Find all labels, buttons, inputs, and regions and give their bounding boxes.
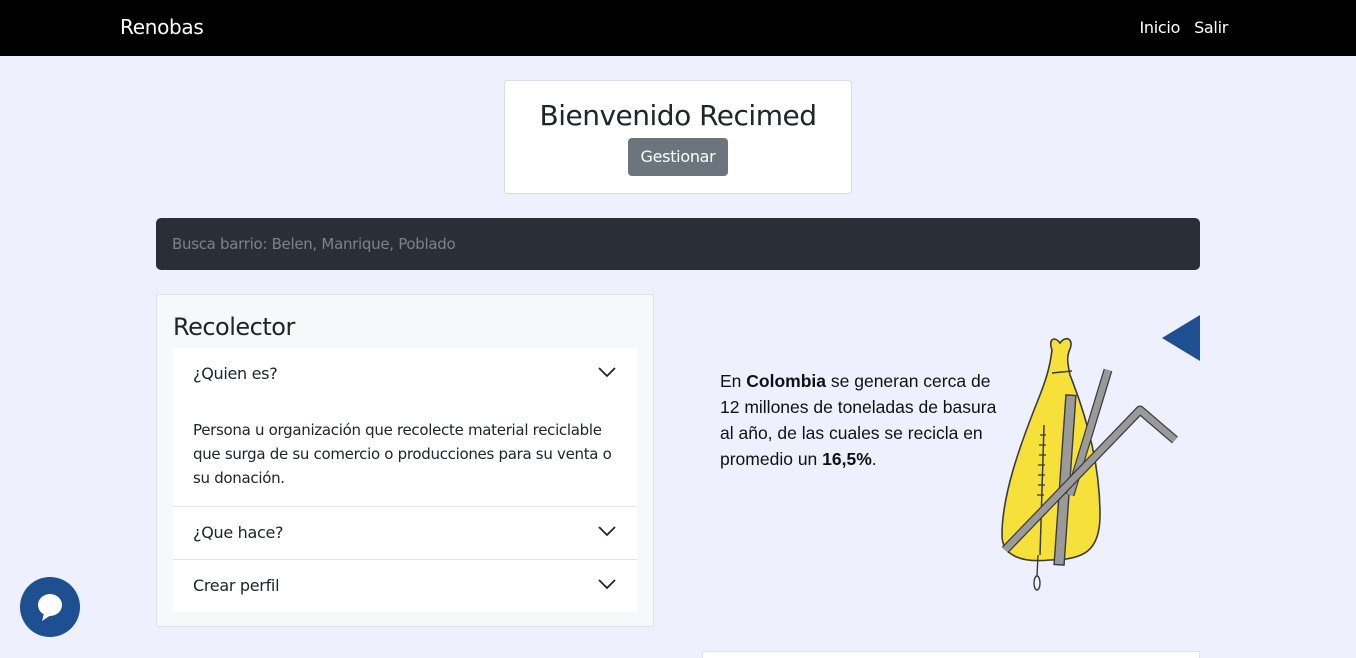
accordion-label: Crear perfil	[193, 576, 280, 595]
chat-button[interactable]	[20, 577, 80, 637]
accordion-header-crear-perfil[interactable]: Crear perfil	[173, 560, 637, 612]
nav-link-salir[interactable]: Salir	[1194, 18, 1228, 37]
accordion-item-quien-es: ¿Quien es? Persona u organización que re…	[173, 348, 637, 506]
chevron-down-icon	[598, 367, 616, 378]
accordion-header-quien-es[interactable]: ¿Quien es?	[173, 348, 637, 400]
gestionar-button[interactable]: Gestionar	[627, 138, 729, 176]
nav-links: Inicio Salir	[1140, 18, 1229, 37]
nav-link-inicio[interactable]: Inicio	[1140, 18, 1181, 37]
accordion-body-quien-es: Persona u organización que recolecte mat…	[193, 421, 612, 487]
accordion-label: ¿Quien es?	[193, 364, 278, 383]
search-input[interactable]	[156, 218, 1200, 270]
recycling-fact-text: En Colombia se generan cerca de 12 millo…	[720, 368, 1010, 472]
info-panel: En Colombia se generan cerca de 12 millo…	[700, 300, 1200, 600]
welcome-title: Bienvenido Recimed	[539, 99, 817, 132]
reusable-straws-illustration	[1001, 315, 1200, 591]
recolector-title: Recolector	[173, 313, 295, 341]
welcome-card: Bienvenido Recimed Gestionar	[504, 80, 852, 194]
chevron-down-icon	[598, 526, 616, 537]
accordion-item-que-hace: ¿Que hace?	[173, 506, 637, 559]
fact-text-part: .	[871, 449, 877, 469]
chat-icon	[38, 594, 62, 621]
top-navbar: Renobas Inicio Salir	[0, 0, 1356, 56]
search-bar	[156, 218, 1200, 270]
accordion-item-crear-perfil: Crear perfil	[173, 559, 637, 612]
triangle-left-icon	[1162, 315, 1200, 361]
accordion-header-que-hace[interactable]: ¿Que hace?	[173, 507, 637, 559]
recolector-card: Recolector ¿Quien es? Persona u organiza…	[156, 294, 654, 627]
fact-country: Colombia	[746, 371, 827, 391]
bottom-card	[702, 651, 1200, 658]
accordion-label: ¿Que hace?	[193, 523, 284, 542]
brand-logo[interactable]: Renobas	[120, 15, 204, 39]
chevron-down-icon	[598, 579, 616, 590]
fact-percentage: 16,5%	[822, 449, 872, 469]
fact-text-part: En	[720, 371, 747, 391]
recolector-accordion: ¿Quien es? Persona u organización que re…	[173, 348, 637, 612]
